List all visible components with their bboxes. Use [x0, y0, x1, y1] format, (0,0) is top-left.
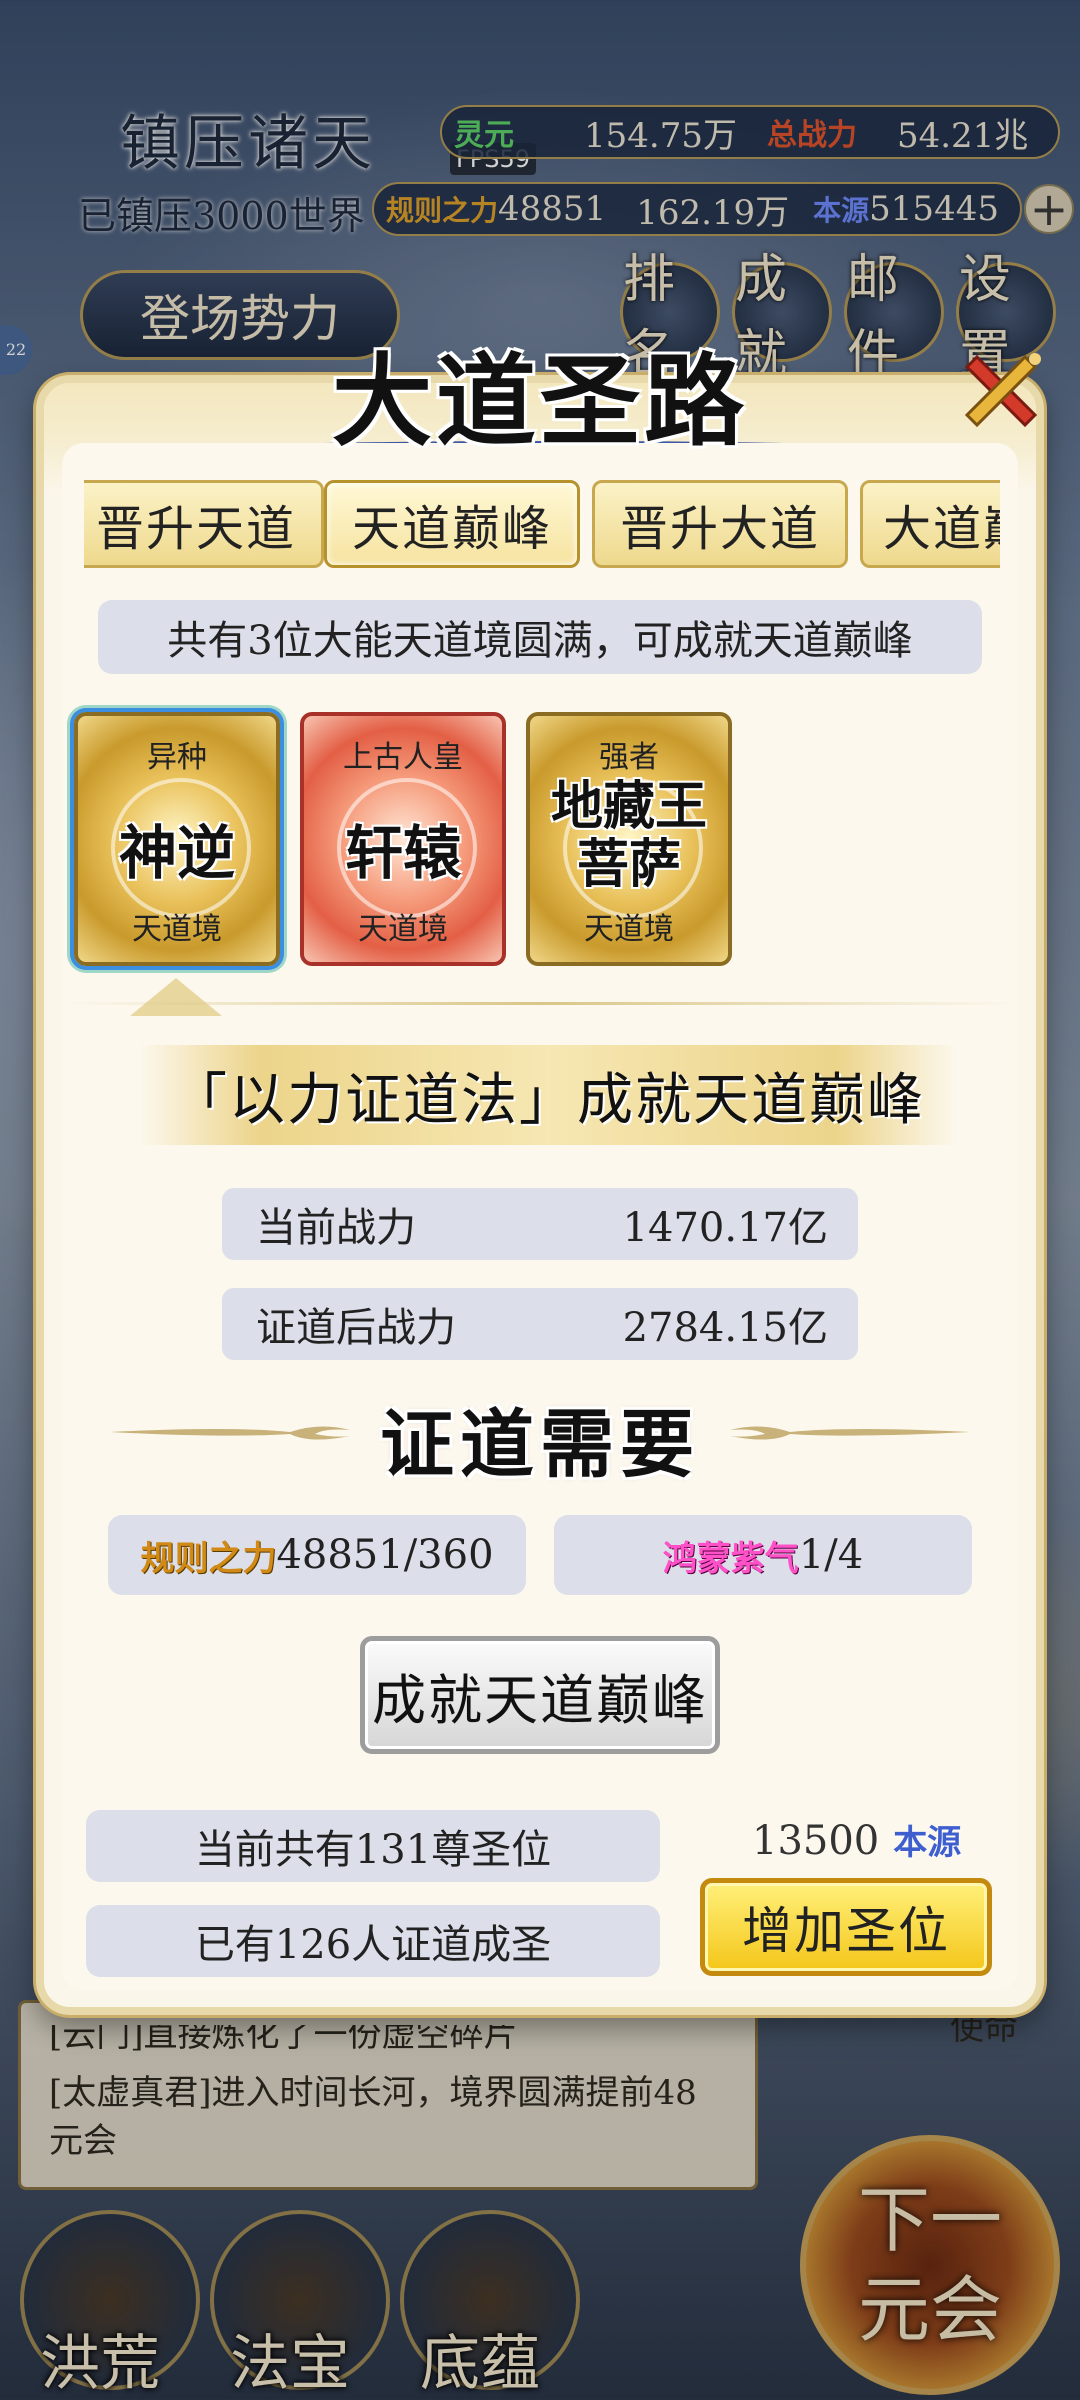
add-seat-cost: 13500 本源	[752, 1815, 961, 1864]
divider	[60, 1002, 1020, 1005]
current-power-label: 当前战力	[256, 1205, 416, 1251]
flourish-left-icon	[110, 1426, 350, 1440]
current-power-value: 1470.17亿	[622, 1205, 828, 1251]
candidate-card-shenni[interactable]: 异种 神逆 天道境	[74, 712, 280, 966]
flourish-right-icon	[730, 1426, 970, 1440]
after-power-value: 2784.15亿	[622, 1305, 828, 1351]
selection-pointer-icon	[130, 978, 222, 1016]
card-realm: 天道境	[132, 912, 222, 947]
after-power-row: 证道后战力 2784.15亿	[222, 1288, 858, 1360]
tab-great-dao-peak[interactable]: 大道巅	[860, 480, 1000, 568]
card-tag: 上古人皇	[343, 740, 463, 775]
candidate-card-xuanyuan[interactable]: 上古人皇 轩辕 天道境	[300, 712, 506, 966]
card-name: 地藏王菩萨	[550, 776, 707, 895]
card-realm: 天道境	[584, 912, 674, 947]
rule-power-requirement: 规则之力 48851/360	[108, 1515, 526, 1595]
card-realm: 天道境	[358, 912, 448, 947]
saints-count-info: 已有126人证道成圣	[86, 1905, 660, 1977]
card-tag: 强者	[599, 740, 659, 775]
hongmeng-req-label: 鸿蒙紫气	[662, 1538, 799, 1579]
requirements-title: 证道需要	[380, 1402, 700, 1488]
add-saint-seat-button[interactable]: 增加圣位	[700, 1878, 992, 1976]
card-name: 神逆	[118, 819, 235, 887]
realm-tabs: 晋升天道 天道巅峰 晋升大道 大道巅	[84, 480, 1000, 570]
rule-power-req-value: 48851/360	[276, 1532, 494, 1578]
cost-unit: 本源	[893, 1823, 962, 1863]
cost-value: 13500	[752, 1818, 880, 1864]
tab-heaven-peak[interactable]: 天道巅峰	[324, 480, 580, 568]
after-power-label: 证道后战力	[256, 1305, 456, 1351]
eligibility-notice: 共有3位大能天道境圆满，可成就天道巅峰	[98, 600, 982, 674]
candidate-card-dizang[interactable]: 强者 地藏王菩萨 天道境	[526, 712, 732, 966]
saint-seats-info: 当前共有131尊圣位	[86, 1810, 660, 1882]
tab-ascend-heaven[interactable]: 晋升天道	[84, 480, 324, 568]
close-icon[interactable]	[955, 345, 1045, 435]
hongmeng-requirement: 鸿蒙紫气 1/4	[554, 1515, 972, 1595]
rule-power-req-label: 规则之力	[140, 1538, 277, 1579]
tab-ascend-great-dao[interactable]: 晋升大道	[592, 480, 848, 568]
method-banner: 「以力证道法」成就天道巅峰	[138, 1045, 958, 1145]
card-name: 轩辕	[344, 819, 461, 887]
dialog-title: 大道圣路	[332, 342, 748, 460]
current-power-row: 当前战力 1470.17亿	[222, 1188, 858, 1260]
card-tag: 异种	[147, 740, 207, 775]
achieve-heaven-peak-button[interactable]: 成就天道巅峰	[360, 1636, 720, 1754]
hongmeng-req-value: 1/4	[798, 1532, 864, 1578]
